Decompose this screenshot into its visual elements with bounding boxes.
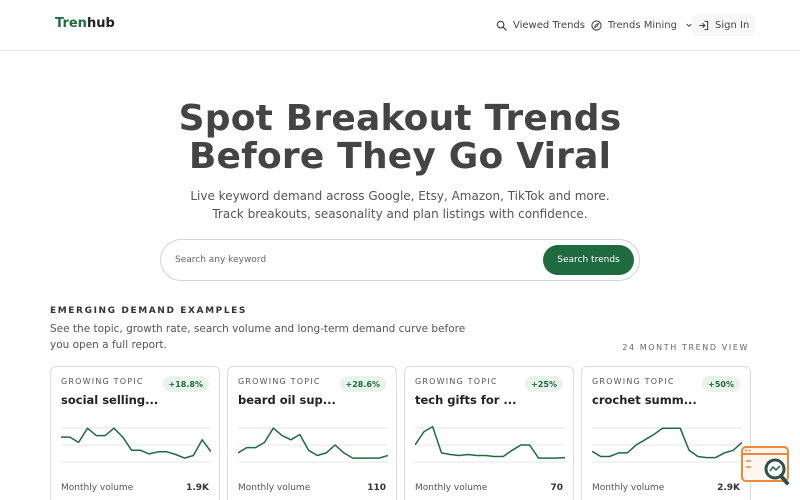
search-trends-button[interactable]: Search trends <box>543 245 634 275</box>
card-title[interactable]: tech gifts for ... <box>415 393 517 407</box>
card-eyebrow: GROWING TOPIC <box>238 377 321 386</box>
growth-badge: +50% <box>702 376 740 392</box>
card-eyebrow: GROWING TOPIC <box>592 377 675 386</box>
monthly-volume-value: 110 <box>367 483 386 493</box>
growth-badge: +25% <box>525 376 563 392</box>
compass-icon <box>591 19 602 31</box>
trend-card[interactable]: GROWING TOPIC +25% tech gifts for ... Month… <box>404 366 574 500</box>
monthly-volume-value: 2.9K <box>717 483 740 493</box>
growth-badge: +28.6% <box>339 376 386 392</box>
logo-text-part2: hub <box>86 16 115 31</box>
trend-sparkline <box>61 427 211 463</box>
monthly-volume-label: Monthly volume <box>592 483 665 493</box>
logo-text-part1: Tren <box>55 16 87 31</box>
hero-subtitle-line2: Track breakouts, seasonality and plan li… <box>212 207 588 221</box>
monthly-volume-label: Monthly volume <box>61 483 134 493</box>
monthly-volume-value: 1.9K <box>186 483 209 493</box>
examples-heading: EMERGING DEMAND EXAMPLES <box>50 306 248 316</box>
trend-search-widget[interactable] <box>741 445 791 487</box>
trends-mining-label: Trends Mining <box>608 19 677 31</box>
sparkline-series <box>592 427 742 459</box>
trend-view-label: 24 MONTH TREND VIEW <box>622 343 749 352</box>
brand-logo[interactable]: Trenhub <box>55 16 115 31</box>
browser-magnifier-icon <box>741 446 789 485</box>
sign-in-icon <box>699 20 709 30</box>
card-title[interactable]: crochet summ... <box>592 393 697 407</box>
monthly-volume-label: Monthly volume <box>238 483 311 493</box>
keyword-search-input[interactable] <box>175 250 535 270</box>
trend-card[interactable]: GROWING TOPIC +50% crochet summ... Monthly … <box>581 366 751 500</box>
growth-badge: +18.8% <box>162 376 209 392</box>
top-navbar: Trenhub Viewed Trends Trends Mining Sign… <box>0 0 800 51</box>
hero-subtitle-line1: Live keyword demand across Google, Etsy,… <box>190 189 610 203</box>
hero-title: Spot Breakout Trends Before They Go Vira… <box>0 100 800 176</box>
monthly-volume-label: Monthly volume <box>415 483 488 493</box>
card-eyebrow: GROWING TOPIC <box>61 377 144 386</box>
sparkline-series <box>238 427 388 459</box>
examples-description: See the topic, growth rate, search volum… <box>50 323 466 351</box>
trends-mining-dropdown[interactable]: Trends Mining <box>585 14 699 36</box>
trend-sparkline <box>592 427 742 463</box>
trend-sparkline <box>415 425 565 463</box>
hero-title-line1: Spot Breakout Trends <box>178 98 622 139</box>
card-title[interactable]: beard oil sup... <box>238 393 336 407</box>
search-icon <box>496 20 507 31</box>
card-eyebrow: GROWING TOPIC <box>415 377 498 386</box>
monthly-volume-value: 70 <box>550 483 563 493</box>
hero-subtitle: Live keyword demand across Google, Etsy,… <box>0 187 800 223</box>
trend-card[interactable]: GROWING TOPIC +28.6% beard oil sup... Month… <box>227 366 397 500</box>
hero-title-line2: Before They Go Viral <box>188 136 612 177</box>
sparkline-series <box>61 427 211 459</box>
trend-sparkline <box>238 427 388 463</box>
keyword-search-bar: Search trends <box>160 239 640 281</box>
trend-card[interactable]: GROWING TOPIC +18.8% social selling... Mont… <box>50 366 220 500</box>
sparkline-series <box>415 425 565 459</box>
card-title[interactable]: social selling... <box>61 393 158 407</box>
viewed-trends-label: Viewed Trends <box>513 19 585 31</box>
viewed-trends-link[interactable]: Viewed Trends <box>490 14 591 36</box>
sign-in-button[interactable]: Sign In <box>692 14 756 36</box>
sign-in-label: Sign In <box>715 19 750 31</box>
